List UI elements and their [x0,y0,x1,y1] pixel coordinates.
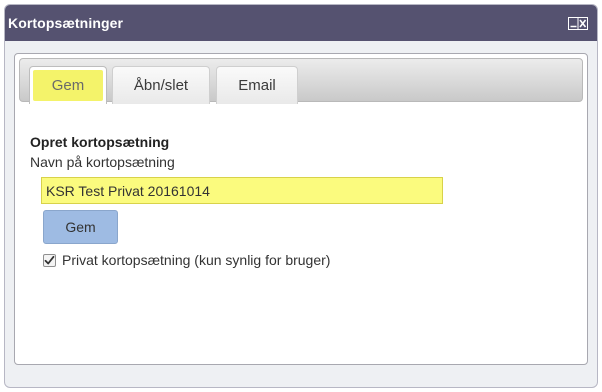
private-checkbox-row[interactable]: Privat kortopsætning (kun synlig for bru… [43,250,330,270]
tab-open-delete[interactable]: Åbn/slet [112,66,210,104]
tab-email-label: Email [238,77,276,94]
dialog-titlebar[interactable]: Kortopsætninger [5,5,597,41]
checkmark-icon [44,255,55,264]
dialog-title: Kortopsætninger [8,15,124,31]
tab-gem[interactable]: Gem [29,66,107,104]
private-checkbox[interactable] [43,253,56,267]
save-button[interactable]: Gem [43,210,118,244]
tab-gem-label: Gem [51,77,85,94]
tab-email[interactable]: Email [216,66,298,104]
tab-bar: Gem Åbn/slet Email [19,58,583,104]
tab-panel: Gem Åbn/slet Email [14,53,588,365]
name-field-label: Navn på kortopsætning [30,154,175,170]
tab-open-delete-label: Åbn/slet [133,77,189,94]
map-setup-name-input[interactable] [41,177,443,204]
minimize-close-icon[interactable] [568,16,588,30]
private-checkbox-label: Privat kortopsætning (kun synlig for bru… [62,252,331,268]
section-title: Opret kortopsætning [30,134,170,150]
